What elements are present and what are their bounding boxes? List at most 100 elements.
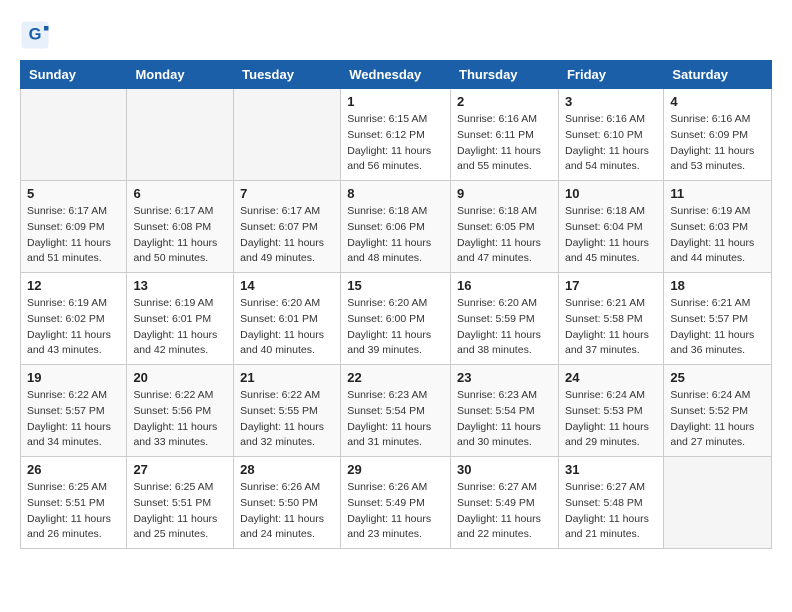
day-number: 29 [347, 462, 444, 477]
day-info: Sunrise: 6:22 AM Sunset: 5:57 PM Dayligh… [27, 388, 120, 451]
day-info: Sunrise: 6:22 AM Sunset: 5:56 PM Dayligh… [133, 388, 227, 451]
day-info: Sunrise: 6:18 AM Sunset: 6:04 PM Dayligh… [565, 204, 657, 267]
calendar-cell: 29 Sunrise: 6:26 AM Sunset: 5:49 PM Dayli… [341, 457, 451, 549]
day-info: Sunrise: 6:23 AM Sunset: 5:54 PM Dayligh… [347, 388, 444, 451]
day-info: Sunrise: 6:17 AM Sunset: 6:08 PM Dayligh… [133, 204, 227, 267]
calendar-cell: 24Sunrise: 6:24 AM Sunset: 5:53 PM Dayli… [558, 365, 663, 457]
weekday-header-thursday: Thursday [451, 61, 559, 89]
weekday-header-row: SundayMondayTuesdayWednesdayThursdayFrid… [21, 61, 772, 89]
day-info: Sunrise: 6:27 AM Sunset: 5:48 PM Dayligh… [565, 480, 657, 543]
day-number: 5 [27, 186, 120, 201]
day-number: 13 [133, 278, 227, 293]
calendar-cell: 5 Sunrise: 6:17 AM Sunset: 6:09 PM Daylig… [21, 181, 127, 273]
day-number: 9 [457, 186, 552, 201]
day-number: 1 [347, 94, 444, 109]
day-info: Sunrise: 6:24 AM Sunset: 5:53 PM Dayligh… [565, 388, 657, 451]
day-number: 6 [133, 186, 227, 201]
day-number: 12 [27, 278, 120, 293]
day-number: 30 [457, 462, 552, 477]
calendar-week-row: 26 Sunrise: 6:25 AM Sunset: 5:51 PM Dayli… [21, 457, 772, 549]
calendar-cell [664, 457, 772, 549]
calendar-week-row: 1 Sunrise: 6:15 AM Sunset: 6:12 PM Daylig… [21, 89, 772, 181]
day-info: Sunrise: 6:18 AM Sunset: 6:06 PM Dayligh… [347, 204, 444, 267]
day-number: 8 [347, 186, 444, 201]
calendar-cell: 6 Sunrise: 6:17 AM Sunset: 6:08 PM Daylig… [127, 181, 234, 273]
day-number: 7 [240, 186, 334, 201]
calendar-cell: 23 Sunrise: 6:23 AM Sunset: 5:54 PM Dayli… [451, 365, 559, 457]
day-number: 15 [347, 278, 444, 293]
day-info: Sunrise: 6:17 AM Sunset: 6:09 PM Dayligh… [27, 204, 120, 267]
day-info: Sunrise: 6:16 AM Sunset: 6:10 PM Dayligh… [565, 112, 657, 175]
day-number: 23 [457, 370, 552, 385]
calendar-cell: 31 Sunrise: 6:27 AM Sunset: 5:48 PM Dayli… [558, 457, 663, 549]
weekday-header-saturday: Saturday [664, 61, 772, 89]
day-info: Sunrise: 6:18 AM Sunset: 6:05 PM Dayligh… [457, 204, 552, 267]
day-info: Sunrise: 6:26 AM Sunset: 5:49 PM Dayligh… [347, 480, 444, 543]
day-number: 22 [347, 370, 444, 385]
weekday-header-wednesday: Wednesday [341, 61, 451, 89]
day-number: 17 [565, 278, 657, 293]
day-number: 4 [670, 94, 765, 109]
calendar-cell: 2Sunrise: 6:16 AM Sunset: 6:11 PM Daylig… [451, 89, 559, 181]
day-info: Sunrise: 6:23 AM Sunset: 5:54 PM Dayligh… [457, 388, 552, 451]
day-info: Sunrise: 6:25 AM Sunset: 5:51 PM Dayligh… [133, 480, 227, 543]
day-info: Sunrise: 6:16 AM Sunset: 6:09 PM Dayligh… [670, 112, 765, 175]
day-info: Sunrise: 6:24 AM Sunset: 5:52 PM Dayligh… [670, 388, 765, 451]
calendar-table: SundayMondayTuesdayWednesdayThursdayFrid… [20, 60, 772, 549]
calendar-cell: 3 Sunrise: 6:16 AM Sunset: 6:10 PM Daylig… [558, 89, 663, 181]
calendar-cell: 25 Sunrise: 6:24 AM Sunset: 5:52 PM Dayli… [664, 365, 772, 457]
day-info: Sunrise: 6:19 AM Sunset: 6:03 PM Dayligh… [670, 204, 765, 267]
day-number: 3 [565, 94, 657, 109]
calendar-cell: 17 Sunrise: 6:21 AM Sunset: 5:58 PM Dayli… [558, 273, 663, 365]
calendar-cell: 7Sunrise: 6:17 AM Sunset: 6:07 PM Daylig… [234, 181, 341, 273]
calendar-cell [234, 89, 341, 181]
day-info: Sunrise: 6:21 AM Sunset: 5:57 PM Dayligh… [670, 296, 765, 359]
weekday-header-monday: Monday [127, 61, 234, 89]
day-number: 27 [133, 462, 227, 477]
day-info: Sunrise: 6:22 AM Sunset: 5:55 PM Dayligh… [240, 388, 334, 451]
calendar-cell: 4 Sunrise: 6:16 AM Sunset: 6:09 PM Daylig… [664, 89, 772, 181]
day-info: Sunrise: 6:26 AM Sunset: 5:50 PM Dayligh… [240, 480, 334, 543]
calendar-cell: 18Sunrise: 6:21 AM Sunset: 5:57 PM Dayli… [664, 273, 772, 365]
day-number: 25 [670, 370, 765, 385]
calendar-cell: 14 Sunrise: 6:20 AM Sunset: 6:01 PM Dayli… [234, 273, 341, 365]
calendar-cell: 21 Sunrise: 6:22 AM Sunset: 5:55 PM Dayli… [234, 365, 341, 457]
calendar-cell: 27 Sunrise: 6:25 AM Sunset: 5:51 PM Dayli… [127, 457, 234, 549]
logo-icon: G [20, 20, 50, 50]
calendar-week-row: 5 Sunrise: 6:17 AM Sunset: 6:09 PM Daylig… [21, 181, 772, 273]
day-number: 10 [565, 186, 657, 201]
day-number: 14 [240, 278, 334, 293]
day-number: 21 [240, 370, 334, 385]
calendar-cell [21, 89, 127, 181]
svg-text:G: G [29, 26, 42, 44]
day-number: 28 [240, 462, 334, 477]
day-info: Sunrise: 6:25 AM Sunset: 5:51 PM Dayligh… [27, 480, 120, 543]
day-info: Sunrise: 6:19 AM Sunset: 6:01 PM Dayligh… [133, 296, 227, 359]
logo: G [20, 20, 54, 50]
calendar-cell [127, 89, 234, 181]
calendar-cell: 19 Sunrise: 6:22 AM Sunset: 5:57 PM Dayli… [21, 365, 127, 457]
calendar-cell: 30Sunrise: 6:27 AM Sunset: 5:49 PM Dayli… [451, 457, 559, 549]
calendar-cell: 8 Sunrise: 6:18 AM Sunset: 6:06 PM Daylig… [341, 181, 451, 273]
day-number: 20 [133, 370, 227, 385]
day-number: 2 [457, 94, 552, 109]
calendar-cell: 28 Sunrise: 6:26 AM Sunset: 5:50 PM Dayli… [234, 457, 341, 549]
weekday-header-tuesday: Tuesday [234, 61, 341, 89]
calendar-cell: 10 Sunrise: 6:18 AM Sunset: 6:04 PM Dayli… [558, 181, 663, 273]
day-info: Sunrise: 6:20 AM Sunset: 6:00 PM Dayligh… [347, 296, 444, 359]
day-info: Sunrise: 6:15 AM Sunset: 6:12 PM Dayligh… [347, 112, 444, 175]
page-header: G [20, 20, 772, 50]
day-info: Sunrise: 6:20 AM Sunset: 6:01 PM Dayligh… [240, 296, 334, 359]
weekday-header-friday: Friday [558, 61, 663, 89]
calendar-cell: 12Sunrise: 6:19 AM Sunset: 6:02 PM Dayli… [21, 273, 127, 365]
day-number: 26 [27, 462, 120, 477]
calendar-cell: 16Sunrise: 6:20 AM Sunset: 5:59 PM Dayli… [451, 273, 559, 365]
calendar-week-row: 19 Sunrise: 6:22 AM Sunset: 5:57 PM Dayli… [21, 365, 772, 457]
day-info: Sunrise: 6:21 AM Sunset: 5:58 PM Dayligh… [565, 296, 657, 359]
calendar-cell: 13 Sunrise: 6:19 AM Sunset: 6:01 PM Dayli… [127, 273, 234, 365]
calendar-week-row: 12Sunrise: 6:19 AM Sunset: 6:02 PM Dayli… [21, 273, 772, 365]
day-number: 19 [27, 370, 120, 385]
day-number: 11 [670, 186, 765, 201]
day-number: 31 [565, 462, 657, 477]
calendar-cell: 9 Sunrise: 6:18 AM Sunset: 6:05 PM Daylig… [451, 181, 559, 273]
